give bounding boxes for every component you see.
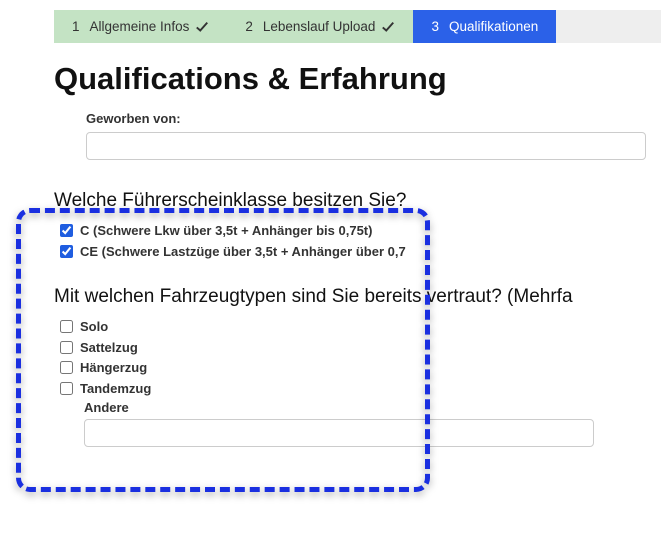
step-1-label: Allgemeine Infos (90, 19, 190, 34)
geworben-label: Geworben von: (86, 111, 661, 126)
license-label-c: C (Schwere Lkw über 3,5t + Anhänger bis … (80, 222, 372, 240)
step-remaining (556, 10, 661, 43)
step-2-label: Lebenslauf Upload (263, 19, 376, 34)
vehicle-label-sattelzug: Sattelzug (80, 339, 138, 357)
vehicle-checkbox-haengerzug[interactable] (60, 361, 73, 374)
wizard-steps: 1 Allgemeine Infos 2 Lebenslauf Upload 3… (54, 10, 661, 43)
vehicle-label-tandemzug: Tandemzug (80, 380, 151, 398)
license-checkbox-ce[interactable] (60, 245, 73, 258)
step-2-num: 2 (245, 19, 253, 34)
check-icon (195, 20, 209, 34)
vehicle-option-solo[interactable]: Solo (60, 318, 661, 336)
geworben-input[interactable] (86, 132, 646, 160)
step-2[interactable]: 2 Lebenslauf Upload (227, 10, 413, 43)
vehicle-checkbox-sattelzug[interactable] (60, 341, 73, 354)
step-1-num: 1 (72, 19, 80, 34)
vehicle-andere-input[interactable] (84, 419, 594, 447)
vehicle-option-tandemzug[interactable]: Tandemzug (60, 380, 661, 398)
vehicle-andere-label: Andere (84, 400, 661, 415)
license-checkbox-c[interactable] (60, 224, 73, 237)
page-title: Qualifications & Erfahrung (54, 61, 661, 97)
step-1[interactable]: 1 Allgemeine Infos (54, 10, 227, 43)
vehicle-label-solo: Solo (80, 318, 108, 336)
vehicle-option-sattelzug[interactable]: Sattelzug (60, 339, 661, 357)
license-option-c[interactable]: C (Schwere Lkw über 3,5t + Anhänger bis … (60, 222, 661, 240)
step-3-num: 3 (431, 19, 439, 34)
vehicle-checkbox-tandemzug[interactable] (60, 382, 73, 395)
step-3-label: Qualifikationen (449, 19, 538, 34)
vehicle-option-haengerzug[interactable]: Hängerzug (60, 359, 661, 377)
vehicle-label-haengerzug: Hängerzug (80, 359, 147, 377)
check-icon (381, 20, 395, 34)
license-question-title: Welche Führerscheinklasse besitzen Sie? (54, 190, 661, 212)
license-label-ce: CE (Schwere Lastzüge über 3,5t + Anhänge… (80, 243, 406, 261)
license-option-ce[interactable]: CE (Schwere Lastzüge über 3,5t + Anhänge… (60, 243, 661, 261)
step-3[interactable]: 3 Qualifikationen (413, 10, 556, 43)
vehicle-checkbox-solo[interactable] (60, 320, 73, 333)
vehicle-question-title: Mit welchen Fahrzeugtypen sind Sie berei… (54, 286, 661, 308)
